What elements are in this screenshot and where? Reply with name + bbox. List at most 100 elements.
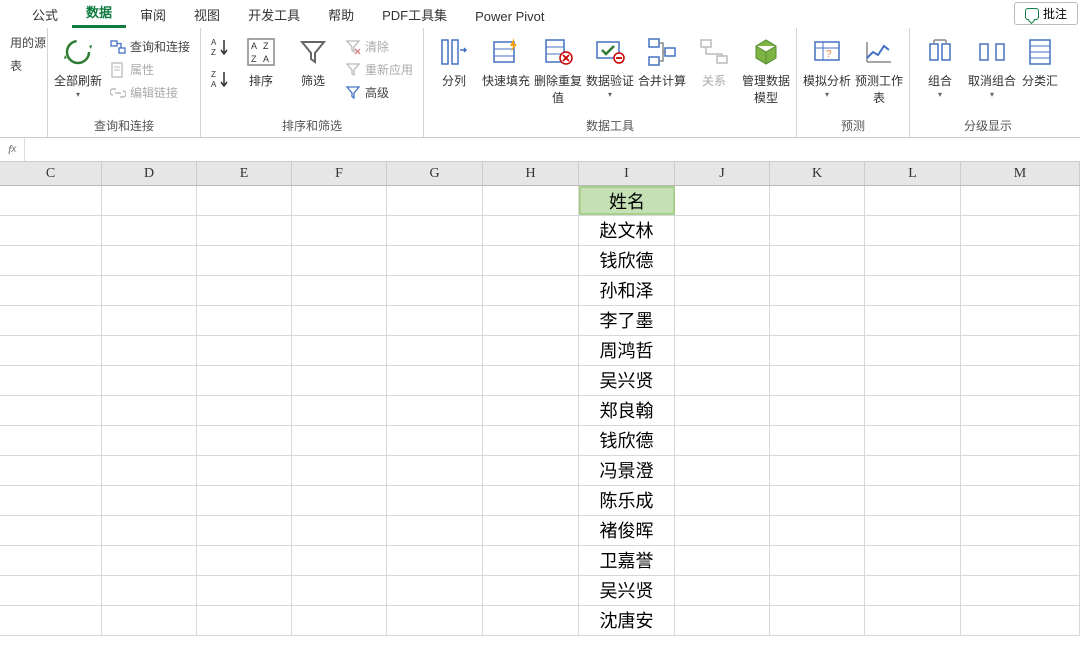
cell[interactable] — [197, 336, 292, 365]
cell[interactable] — [865, 216, 961, 245]
whatif-button[interactable]: ? 模拟分析 ▾ — [803, 32, 851, 101]
cell[interactable] — [0, 336, 102, 365]
cell[interactable]: 孙和泽 — [579, 276, 675, 305]
cell[interactable] — [387, 486, 483, 515]
cell[interactable] — [483, 396, 579, 425]
cell[interactable] — [197, 396, 292, 425]
cell[interactable] — [102, 546, 197, 575]
cell[interactable] — [0, 546, 102, 575]
cell[interactable] — [0, 276, 102, 305]
cell[interactable] — [0, 456, 102, 485]
cell[interactable] — [483, 336, 579, 365]
cell[interactable] — [961, 456, 1080, 485]
cell[interactable] — [675, 606, 770, 635]
tab-review[interactable]: 审阅 — [126, 1, 180, 28]
cell[interactable] — [675, 246, 770, 275]
consolidate-button[interactable]: 合并计算 — [638, 32, 686, 91]
cell[interactable] — [770, 426, 865, 455]
spreadsheet-grid[interactable]: C D E F G H I J K L M 姓名赵文林钱欣德孙和泽李了墨周鸿哲吴… — [0, 162, 1080, 636]
cell[interactable] — [483, 576, 579, 605]
tab-pdf-tools[interactable]: PDF工具集 — [368, 1, 461, 28]
col-header[interactable]: I — [579, 162, 675, 185]
cell[interactable]: 姓名 — [579, 186, 675, 215]
col-header[interactable]: H — [483, 162, 579, 185]
cell[interactable] — [865, 426, 961, 455]
cell[interactable] — [102, 186, 197, 215]
cell[interactable] — [483, 186, 579, 215]
cell[interactable] — [961, 306, 1080, 335]
cell[interactable] — [675, 426, 770, 455]
cell[interactable]: 卫嘉誉 — [579, 546, 675, 575]
cell[interactable] — [675, 366, 770, 395]
cell[interactable] — [675, 486, 770, 515]
cell[interactable] — [387, 306, 483, 335]
cell[interactable] — [865, 366, 961, 395]
cell[interactable] — [102, 396, 197, 425]
cell[interactable] — [770, 546, 865, 575]
cell[interactable] — [865, 516, 961, 545]
cell[interactable] — [865, 546, 961, 575]
cell[interactable] — [387, 216, 483, 245]
cell[interactable] — [770, 306, 865, 335]
cell[interactable] — [865, 306, 961, 335]
cell[interactable] — [387, 186, 483, 215]
cell[interactable] — [197, 546, 292, 575]
cell[interactable] — [387, 516, 483, 545]
cell[interactable] — [675, 396, 770, 425]
data-model-button[interactable]: 管理数据模型 — [742, 32, 790, 108]
cell[interactable] — [102, 456, 197, 485]
cell[interactable] — [865, 576, 961, 605]
advanced-filter-button[interactable]: 高级 — [341, 82, 417, 103]
cell[interactable] — [961, 216, 1080, 245]
cell[interactable]: 吴兴贤 — [579, 576, 675, 605]
cell[interactable] — [197, 246, 292, 275]
cell[interactable] — [770, 456, 865, 485]
col-header[interactable]: L — [865, 162, 961, 185]
refresh-all-button[interactable]: 全部刷新 ▾ — [54, 32, 102, 101]
col-header[interactable]: M — [961, 162, 1080, 185]
tab-power-pivot[interactable]: Power Pivot — [461, 5, 558, 28]
cell[interactable] — [865, 606, 961, 635]
table-button[interactable]: 表 — [6, 55, 50, 76]
cell[interactable] — [770, 276, 865, 305]
cell[interactable] — [483, 366, 579, 395]
cell[interactable] — [387, 246, 483, 275]
cell[interactable] — [675, 516, 770, 545]
col-header[interactable]: C — [0, 162, 102, 185]
cell[interactable] — [197, 606, 292, 635]
cell[interactable] — [961, 546, 1080, 575]
cell[interactable] — [770, 516, 865, 545]
cell[interactable] — [292, 606, 387, 635]
cell[interactable] — [770, 396, 865, 425]
cell[interactable] — [961, 186, 1080, 215]
tab-help[interactable]: 帮助 — [314, 1, 368, 28]
cell[interactable] — [483, 486, 579, 515]
cell[interactable] — [961, 426, 1080, 455]
sort-desc-icon[interactable]: ZA — [209, 68, 231, 90]
cell[interactable] — [292, 456, 387, 485]
cell[interactable] — [102, 306, 197, 335]
cell[interactable] — [102, 576, 197, 605]
cell[interactable] — [292, 546, 387, 575]
cell[interactable] — [675, 336, 770, 365]
cell[interactable] — [483, 306, 579, 335]
cell[interactable] — [197, 216, 292, 245]
cell[interactable] — [675, 276, 770, 305]
cell[interactable]: 钱欣德 — [579, 246, 675, 275]
cell[interactable] — [483, 456, 579, 485]
cell[interactable] — [961, 276, 1080, 305]
cell[interactable] — [102, 336, 197, 365]
col-header[interactable]: D — [102, 162, 197, 185]
cell[interactable] — [961, 516, 1080, 545]
cell[interactable] — [197, 276, 292, 305]
cell[interactable] — [865, 276, 961, 305]
cell[interactable]: 钱欣德 — [579, 426, 675, 455]
cell[interactable] — [102, 486, 197, 515]
cell[interactable] — [865, 246, 961, 275]
cell[interactable]: 周鸿哲 — [579, 336, 675, 365]
subtotal-button[interactable]: 分类汇 — [1020, 32, 1060, 91]
cell[interactable] — [292, 396, 387, 425]
cell[interactable] — [292, 576, 387, 605]
fx-icon[interactable]: fx — [0, 138, 25, 161]
tab-formulas[interactable]: 公式 — [18, 1, 72, 28]
